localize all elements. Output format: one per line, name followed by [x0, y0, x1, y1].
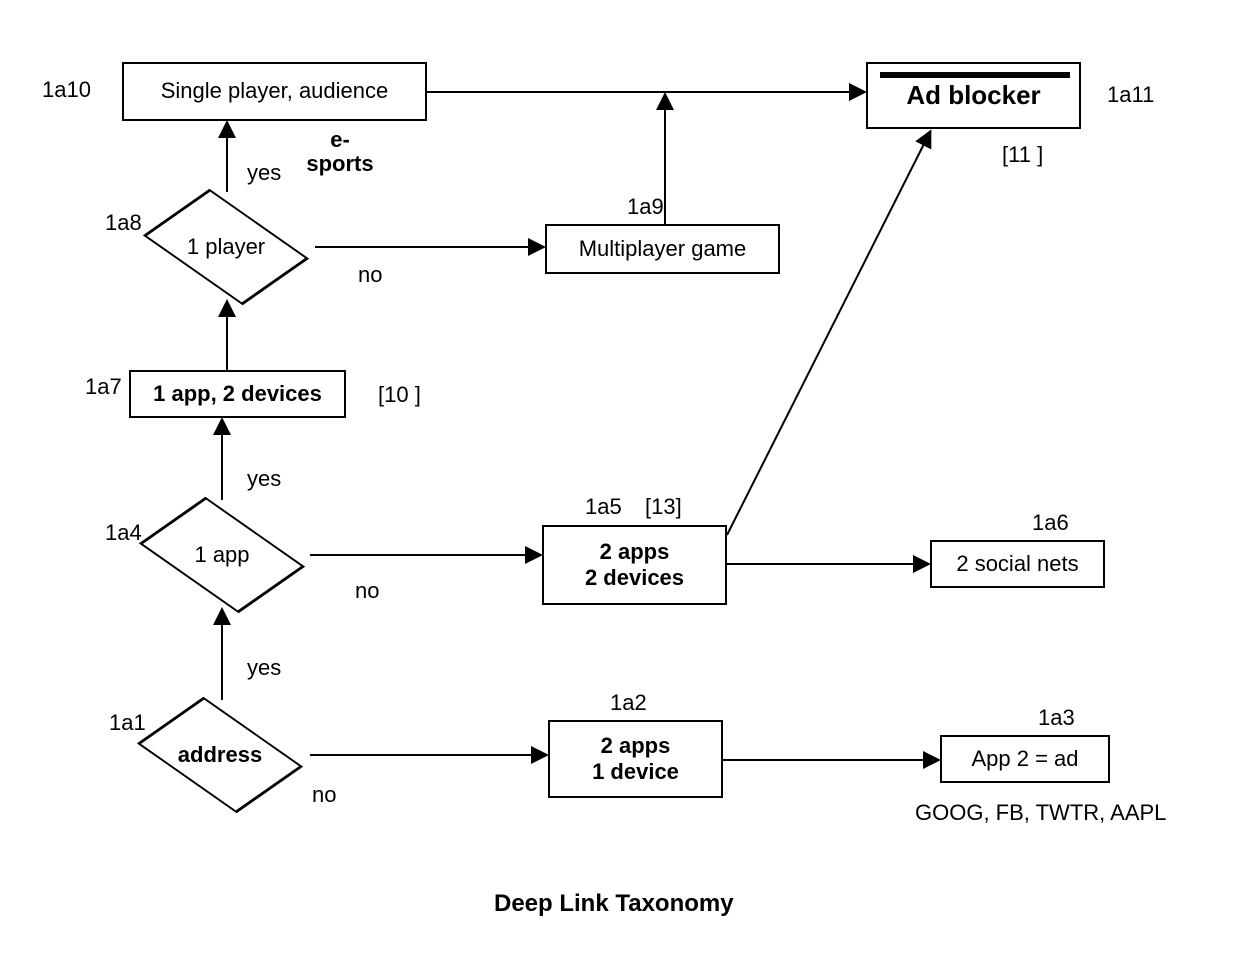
ref-1a9: 1a9: [627, 194, 664, 220]
node-text: Ad blocker: [906, 80, 1040, 111]
node-1-player: 1 player: [136, 192, 316, 302]
ref-1a4: 1a4: [105, 520, 142, 546]
bracket-11: [11 ]: [1002, 142, 1043, 168]
node-text: 2 apps 2 devices: [585, 539, 684, 592]
label-yes-a4: yes: [247, 466, 281, 492]
diagram-title: Deep Link Taxonomy: [494, 890, 734, 918]
ref-1a2: 1a2: [610, 690, 647, 716]
node-2-apps-2-devices: 2 apps 2 devices: [542, 525, 727, 605]
ref-1a7: 1a7: [85, 374, 122, 400]
ref-1a11: 1a11: [1107, 82, 1154, 108]
bracket-13: [13]: [645, 494, 682, 520]
node-1-app-2-devices: 1 app, 2 devices: [129, 370, 346, 418]
node-single-player-audience: Single player, audience: [122, 62, 427, 121]
node-text: App 2 = ad: [971, 746, 1078, 772]
node-app-2-ad: App 2 = ad: [940, 735, 1110, 783]
bracket-10: [10 ]: [378, 382, 421, 408]
node-text: 1 app, 2 devices: [153, 381, 322, 407]
node-2-social-nets: 2 social nets: [930, 540, 1105, 588]
ad-blocker-bar: [880, 72, 1070, 78]
ref-1a1: 1a1: [109, 710, 146, 736]
label-esports: e- sports: [300, 128, 380, 176]
ref-1a3: 1a3: [1038, 705, 1075, 731]
node-multiplayer-game: Multiplayer game: [545, 224, 780, 274]
label-no-a8: no: [358, 262, 382, 288]
node-1-app: 1 app: [132, 500, 312, 610]
node-text: Multiplayer game: [579, 236, 747, 262]
label-yes-a8: yes: [247, 160, 281, 186]
node-text: 2 apps 1 device: [592, 733, 679, 786]
node-address: address: [130, 700, 310, 810]
node-2-apps-1-device: 2 apps 1 device: [548, 720, 723, 798]
label-no-a4: no: [355, 578, 379, 604]
label-yes-a1: yes: [247, 655, 281, 681]
sub-a3: GOOG, FB, TWTR, AAPL: [915, 800, 1166, 826]
ref-1a10: 1a10: [42, 77, 91, 103]
label-no-a1: no: [312, 782, 336, 808]
node-text: 2 social nets: [956, 551, 1078, 577]
ref-1a8: 1a8: [105, 210, 142, 236]
node-text: Single player, audience: [161, 78, 389, 104]
ref-1a5: 1a5: [585, 494, 622, 520]
ref-1a6: 1a6: [1032, 510, 1069, 536]
